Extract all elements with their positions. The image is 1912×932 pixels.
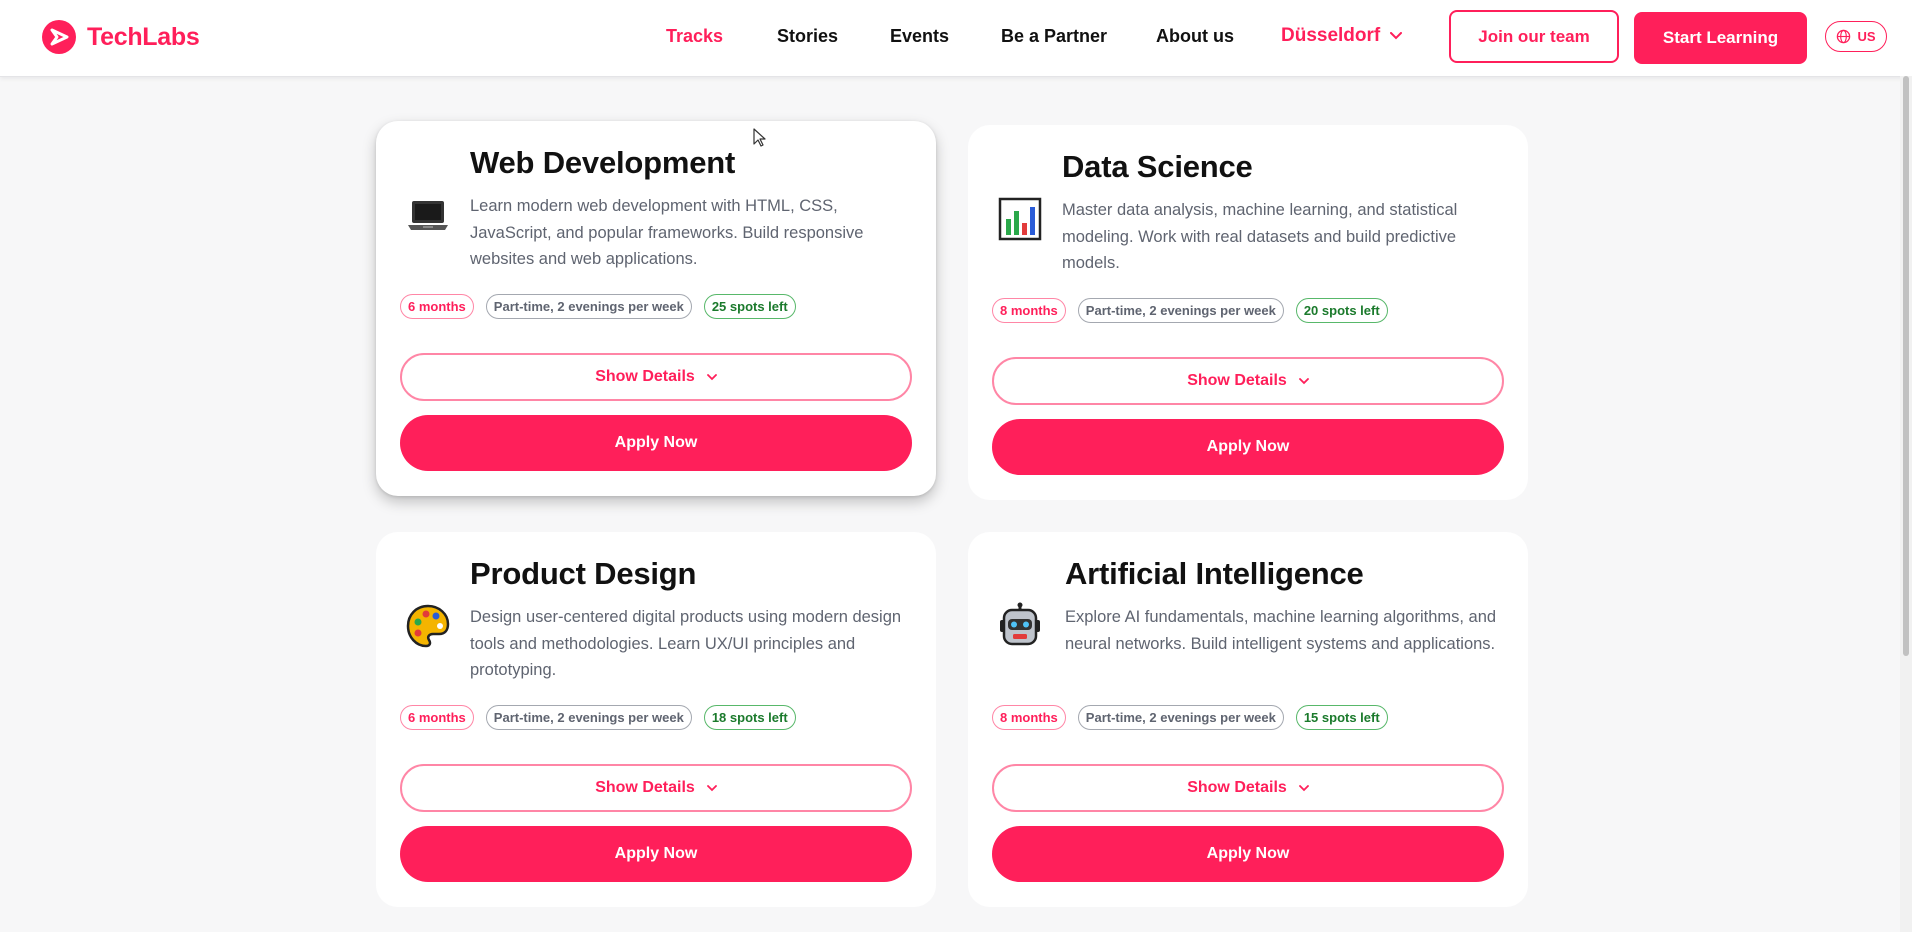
- card-tags: 8 months Part-time, 2 evenings per week …: [992, 298, 1388, 323]
- nav-be-a-partner[interactable]: Be a Partner: [1001, 26, 1107, 47]
- duration-badge: 6 months: [400, 294, 474, 319]
- chevron-down-icon: [1298, 784, 1309, 791]
- chevron-down-icon: [1390, 32, 1403, 40]
- scrollbar-thumb[interactable]: [1903, 76, 1909, 656]
- card-description: Master data analysis, machine learning, …: [1062, 201, 1458, 272]
- nav-tracks[interactable]: Tracks: [666, 26, 723, 47]
- card-title: Web Development: [470, 145, 736, 180]
- spots-badge: 18 spots left: [703, 705, 796, 730]
- show-details-label: Show Details: [595, 779, 695, 796]
- track-card-data-science: Data Science Master data analysis, machi…: [968, 125, 1528, 500]
- duration-badge: 8 months: [992, 298, 1066, 323]
- join-our-team-button[interactable]: Join our team: [1449, 10, 1619, 63]
- bar-chart-icon: [998, 197, 1042, 241]
- track-card-web-development: Web Development Learn modern web develop…: [376, 121, 936, 496]
- card-tags: 6 months Part-time, 2 evenings per week …: [400, 705, 796, 730]
- city-dropdown[interactable]: Düsseldorf: [1281, 25, 1403, 47]
- chevron-down-icon: [706, 784, 717, 791]
- duration-badge: 6 months: [400, 705, 474, 730]
- nav-events[interactable]: Events: [890, 26, 949, 47]
- chevron-down-icon: [706, 373, 717, 380]
- robot-icon: [1000, 602, 1040, 646]
- schedule-badge: Part-time, 2 evenings per week: [485, 294, 692, 319]
- city-label: Düsseldorf: [1281, 25, 1381, 46]
- card-description: Learn modern web development with HTML, …: [470, 197, 864, 268]
- apply-now-button[interactable]: Apply Now: [400, 415, 912, 471]
- laptop-icon: [408, 201, 448, 230]
- globe-icon: [1837, 29, 1851, 44]
- card-tags: 6 months Part-time, 2 evenings per week …: [400, 294, 796, 319]
- card-tags: 8 months Part-time, 2 evenings per week …: [992, 705, 1388, 730]
- language-selector[interactable]: US: [1825, 21, 1887, 52]
- show-details-button[interactable]: Show Details: [400, 764, 912, 812]
- show-details-label: Show Details: [595, 368, 695, 385]
- apply-now-button[interactable]: Apply Now: [992, 419, 1504, 475]
- schedule-badge: Part-time, 2 evenings per week: [485, 705, 692, 730]
- show-details-button[interactable]: Show Details: [992, 764, 1504, 812]
- track-card-artificial-intelligence: Artificial Intelligence Explore AI funda…: [968, 532, 1528, 907]
- card-title: Artificial Intelligence: [1065, 556, 1364, 591]
- logo-arrow-icon: [42, 20, 76, 54]
- show-details-button[interactable]: Show Details: [992, 357, 1504, 405]
- palette-icon: [406, 604, 450, 648]
- mouse-cursor-icon: [753, 128, 766, 147]
- apply-now-button[interactable]: Apply Now: [400, 826, 912, 882]
- apply-now-button[interactable]: Apply Now: [992, 826, 1504, 882]
- page-scrollbar[interactable]: [1900, 76, 1912, 932]
- nav-stories[interactable]: Stories: [777, 26, 838, 47]
- card-title: Data Science: [1062, 149, 1253, 184]
- logo[interactable]: TechLabs: [42, 20, 200, 54]
- spots-badge: 20 spots left: [1295, 298, 1388, 323]
- nav-about-us[interactable]: About us: [1156, 26, 1234, 47]
- schedule-badge: Part-time, 2 evenings per week: [1077, 705, 1284, 730]
- schedule-badge: Part-time, 2 evenings per week: [1077, 298, 1284, 323]
- chevron-down-icon: [1298, 377, 1309, 384]
- top-navbar: TechLabs Tracks Stories Events Be a Part…: [0, 0, 1912, 77]
- card-description: Explore AI fundamentals, machine learnin…: [1065, 608, 1497, 653]
- duration-badge: 8 months: [992, 705, 1066, 730]
- spots-badge: 25 spots left: [703, 294, 796, 319]
- track-card-product-design: Product Design Design user-centered digi…: [376, 532, 936, 907]
- show-details-label: Show Details: [1187, 372, 1287, 389]
- show-details-label: Show Details: [1187, 779, 1287, 796]
- start-learning-button[interactable]: Start Learning: [1634, 12, 1807, 64]
- language-label: US: [1857, 29, 1876, 44]
- card-title: Product Design: [470, 556, 697, 591]
- show-details-button[interactable]: Show Details: [400, 353, 912, 401]
- card-description: Design user-centered digital products us…: [470, 608, 902, 679]
- logo-text: TechLabs: [87, 22, 200, 51]
- spots-badge: 15 spots left: [1295, 705, 1388, 730]
